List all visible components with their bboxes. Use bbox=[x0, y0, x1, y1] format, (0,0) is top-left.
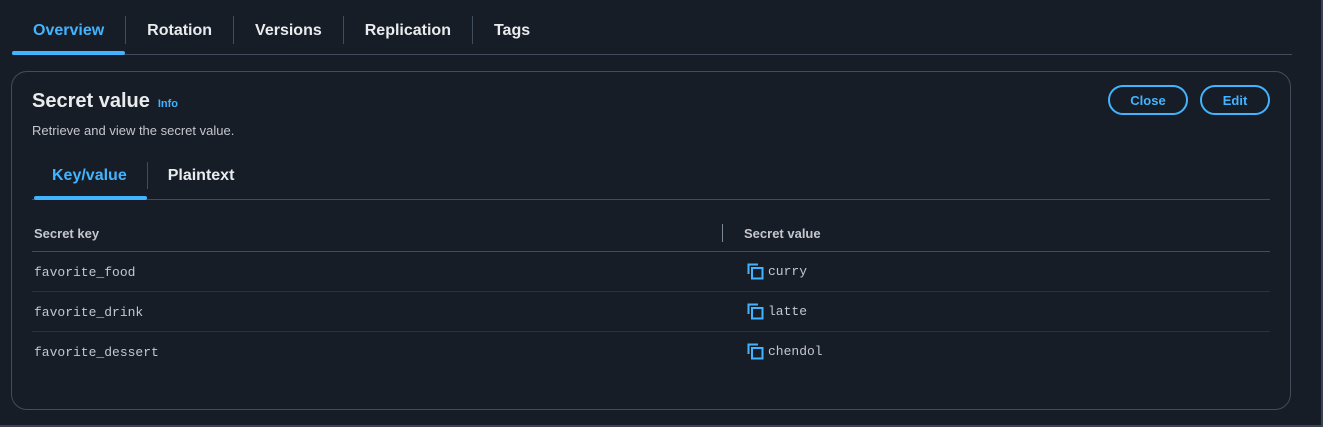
tab-rotation[interactable]: Rotation bbox=[126, 0, 233, 54]
tab-plaintext-label: Plaintext bbox=[167, 166, 235, 184]
panel-title: Secret value bbox=[32, 90, 150, 112]
secret-key-cell: favorite_drink bbox=[34, 305, 144, 320]
column-header-secret-value: Secret value bbox=[744, 226, 821, 241]
table-row: favorite_dessert chendol bbox=[32, 332, 1270, 371]
secret-details-page: Overview Rotation Versions Replication T… bbox=[0, 0, 1323, 427]
tab-plaintext[interactable]: Plaintext bbox=[148, 160, 255, 199]
table-row: favorite_drink latte bbox=[32, 292, 1270, 332]
table-row: favorite_food curry bbox=[32, 252, 1270, 292]
tab-key-value[interactable]: Key/value bbox=[32, 160, 147, 200]
secret-value-text: latte bbox=[768, 304, 808, 319]
panel-description: Retrieve and view the secret value. bbox=[32, 123, 235, 138]
close-button[interactable]: Close bbox=[1108, 85, 1188, 115]
copy-icon[interactable] bbox=[747, 263, 764, 280]
top-tab-bar: Overview Rotation Versions Replication T… bbox=[12, 0, 1292, 55]
tab-replication-label: Replication bbox=[364, 22, 451, 39]
tab-key-value-label: Key/value bbox=[52, 166, 127, 184]
tab-versions[interactable]: Versions bbox=[234, 0, 343, 54]
copy-icon[interactable] bbox=[747, 303, 764, 320]
secret-table: Secret key Secret value favorite_food cu… bbox=[32, 217, 1270, 371]
secret-view-tab-bar: Key/value Plaintext bbox=[32, 160, 1270, 200]
tab-replication[interactable]: Replication bbox=[344, 0, 472, 54]
tab-versions-label: Versions bbox=[255, 22, 322, 39]
secret-value-panel: Secret value Info Retrieve and view the … bbox=[11, 71, 1291, 410]
info-link[interactable]: Info bbox=[158, 98, 178, 110]
secret-value-text: chendol bbox=[768, 344, 823, 359]
copy-icon[interactable] bbox=[747, 343, 764, 360]
tab-tags-label: Tags bbox=[493, 22, 531, 39]
secret-value-cell: curry bbox=[747, 263, 807, 280]
column-resize-handle[interactable] bbox=[722, 224, 723, 242]
panel-header: Secret value Info bbox=[32, 90, 178, 113]
tab-tags[interactable]: Tags bbox=[473, 0, 551, 54]
secret-key-cell: favorite_dessert bbox=[34, 345, 159, 360]
column-header-secret-key: Secret key bbox=[34, 226, 100, 241]
secret-value-cell: chendol bbox=[747, 343, 823, 360]
secret-key-cell: favorite_food bbox=[34, 265, 136, 280]
table-header: Secret key Secret value bbox=[32, 217, 1270, 252]
secret-value-text: curry bbox=[768, 264, 808, 279]
tab-overview[interactable]: Overview bbox=[12, 0, 126, 55]
tab-overview-label: Overview bbox=[33, 22, 105, 39]
secret-value-cell: latte bbox=[747, 303, 807, 320]
edit-button[interactable]: Edit bbox=[1200, 85, 1270, 115]
tab-rotation-label: Rotation bbox=[147, 22, 213, 39]
